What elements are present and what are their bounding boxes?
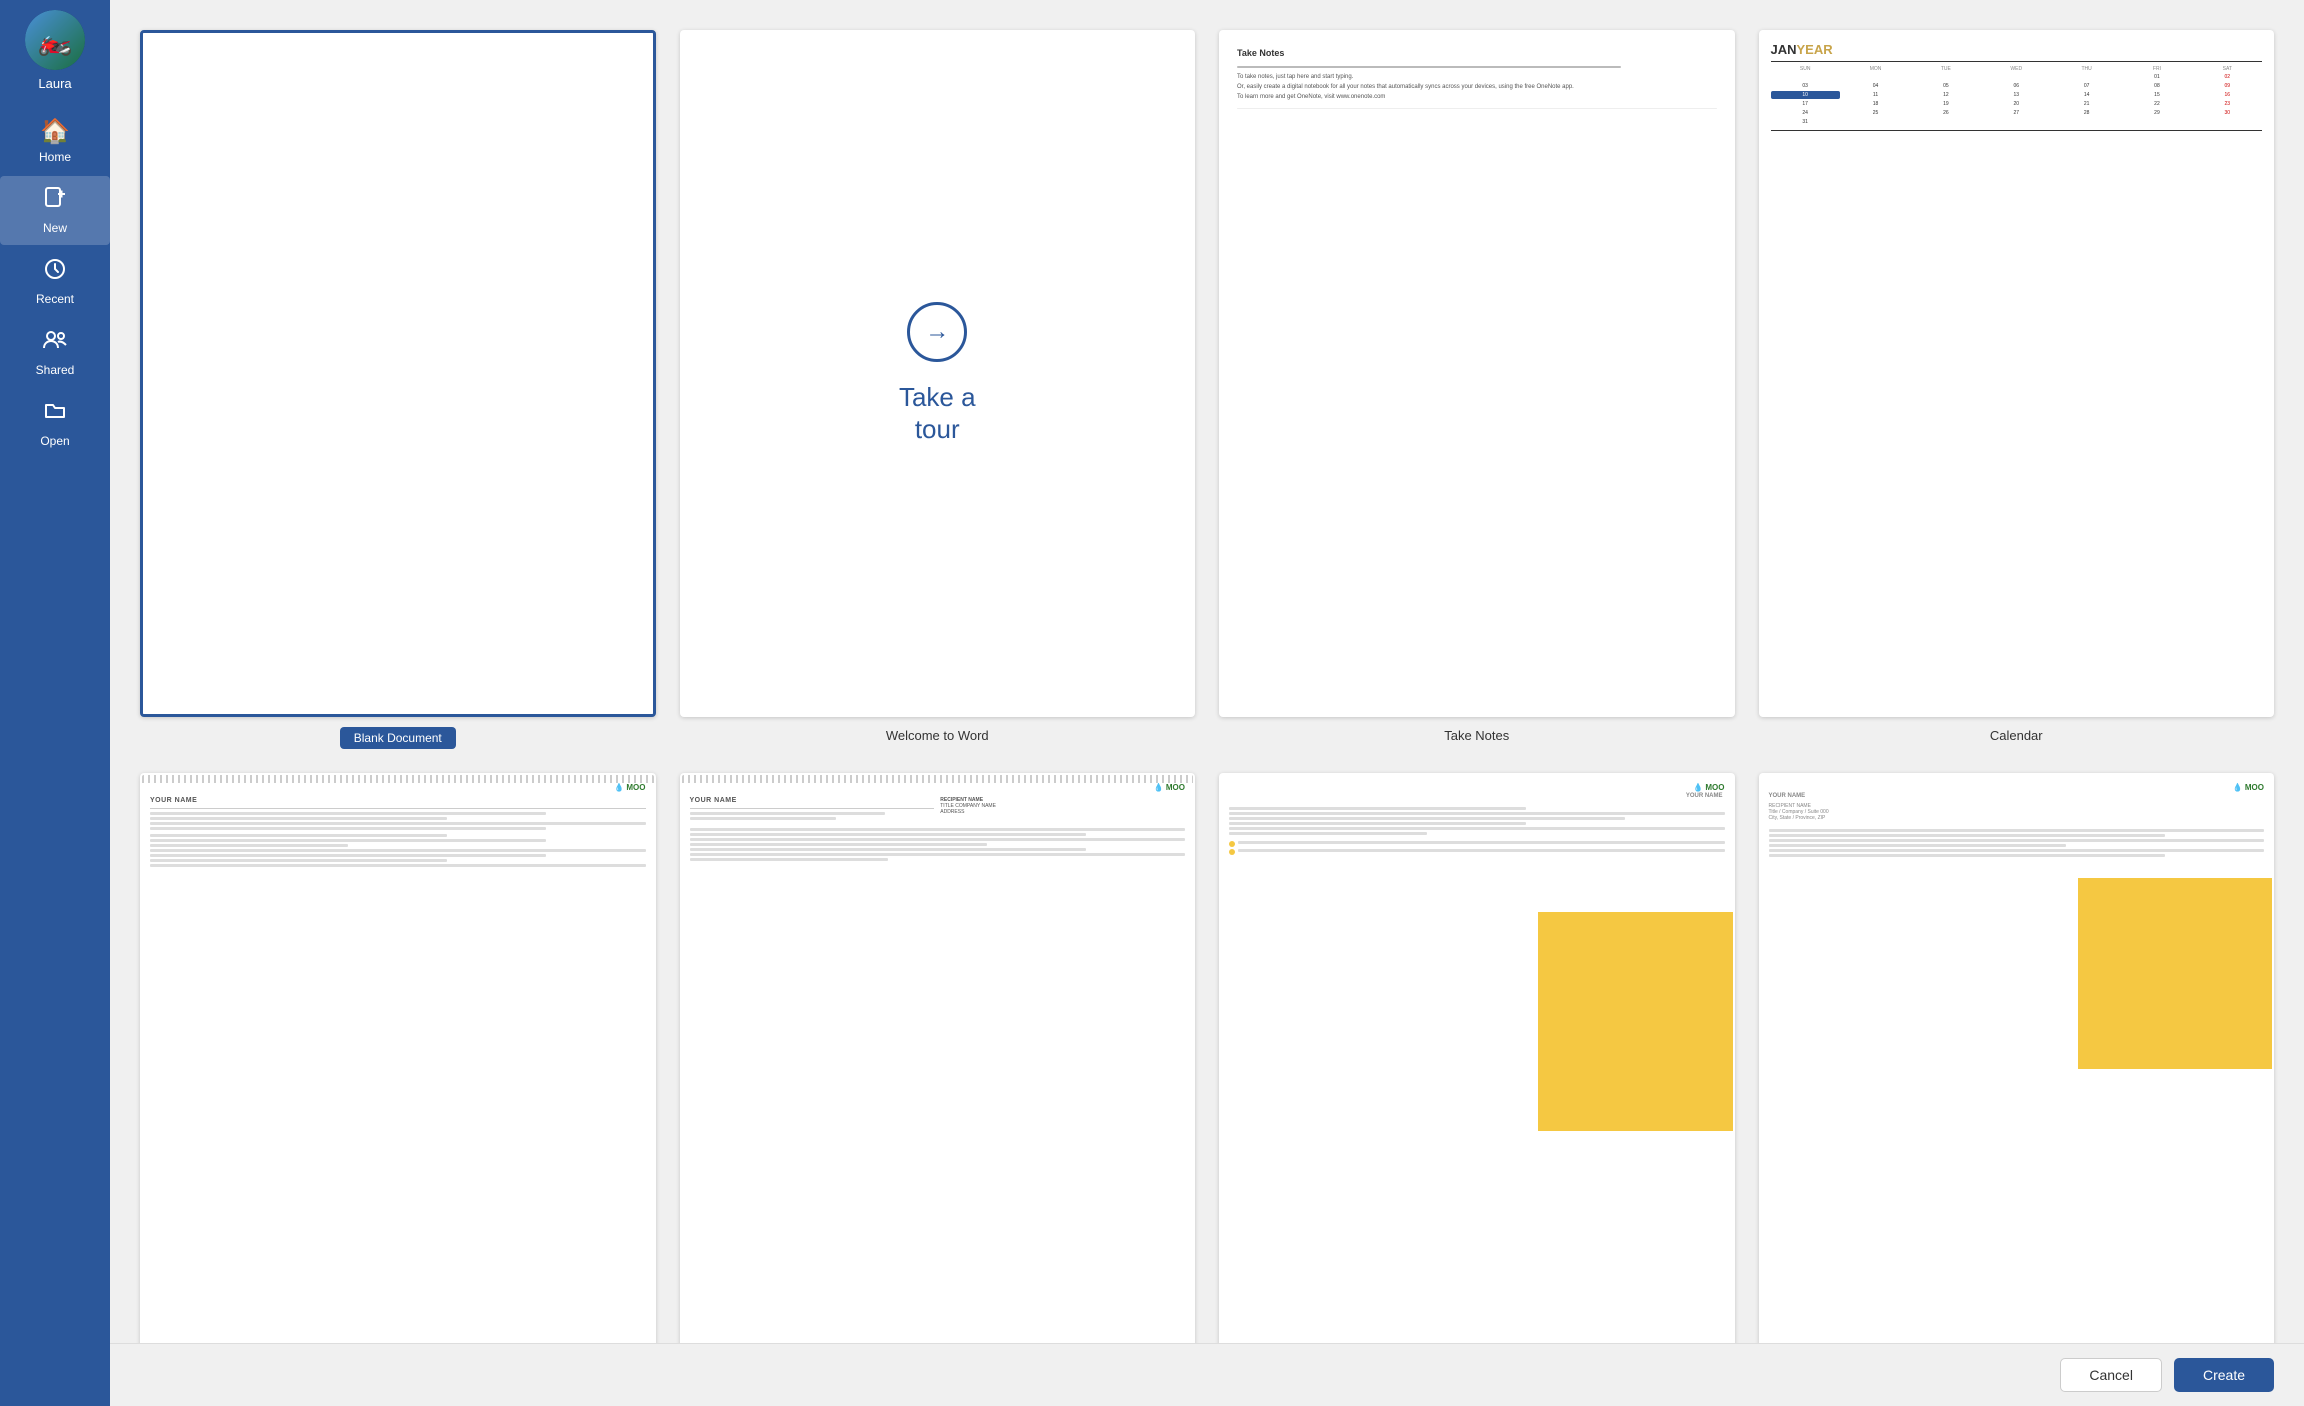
template-item-creative-cover[interactable]: 💧 MOO YOUR NAME RECIPIENT NAME TITLE COM…	[680, 773, 1196, 1406]
template-thumbnail-creative-resume[interactable]: 💧 MOO YOUR NAME	[140, 773, 656, 1406]
home-icon: 🏠	[40, 117, 70, 146]
main-content: Blank Document → Take atour Welcome to W…	[110, 0, 2304, 1406]
open-icon	[43, 399, 67, 430]
template-item-notes[interactable]: Take Notes To take notes, just tap here …	[1219, 30, 1735, 749]
sidebar-home-label: Home	[39, 150, 71, 164]
template-thumbnail-notes[interactable]: Take Notes To take notes, just tap here …	[1219, 30, 1735, 717]
new-icon	[43, 186, 67, 217]
template-thumbnail-blank[interactable]	[140, 30, 656, 717]
notes-preview: Take Notes To take notes, just tap here …	[1221, 32, 1733, 715]
template-label-tour: Welcome to Word	[886, 727, 989, 745]
template-item-tour[interactable]: → Take atour Welcome to Word	[680, 30, 1196, 749]
sidebar-item-home[interactable]: 🏠 Home	[0, 107, 110, 174]
creative-resume-preview: 💧 MOO YOUR NAME	[142, 775, 654, 1406]
template-item-blank[interactable]: Blank Document	[140, 30, 656, 749]
template-thumbnail-creative-cover[interactable]: 💧 MOO YOUR NAME RECIPIENT NAME TITLE COM…	[680, 773, 1196, 1406]
cancel-button[interactable]: Cancel	[2060, 1358, 2162, 1392]
sidebar-open-label: Open	[40, 434, 69, 448]
bottom-bar: Cancel Create	[110, 1343, 2304, 1406]
crisp-resume-preview: 💧 MOO YOUR NAME	[1221, 775, 1733, 1406]
sidebar-item-open[interactable]: Open	[0, 389, 110, 458]
tour-preview: → Take atour	[682, 32, 1194, 715]
sidebar-item-shared[interactable]: Shared	[0, 318, 110, 387]
tour-arrow-circle: →	[907, 302, 967, 362]
template-thumbnail-tour[interactable]: → Take atour	[680, 30, 1196, 717]
calendar-preview: JANYEAR SUN MON TUE WED THU FRI SAT	[1761, 32, 2273, 715]
sidebar-recent-label: Recent	[36, 292, 74, 306]
template-thumbnail-crisp-resume[interactable]: 💧 MOO YOUR NAME	[1219, 773, 1735, 1406]
tour-text: Take atour	[899, 382, 976, 444]
template-grid: Blank Document → Take atour Welcome to W…	[140, 30, 2274, 1406]
template-item-calendar[interactable]: JANYEAR SUN MON TUE WED THU FRI SAT	[1759, 30, 2275, 749]
creative-cover-preview: 💧 MOO YOUR NAME RECIPIENT NAME TITLE COM…	[682, 775, 1194, 1406]
template-label-calendar: Calendar	[1990, 727, 2043, 745]
recent-icon	[43, 257, 67, 288]
sidebar: 🏍️ Laura 🏠 Home New Recent	[0, 0, 110, 1406]
tour-arrow-icon: →	[925, 318, 949, 346]
avatar-image: 🏍️	[25, 10, 85, 70]
blank-preview	[143, 33, 653, 714]
sidebar-shared-label: Shared	[36, 363, 75, 377]
template-thumbnail-crisp-cover[interactable]: 💧 MOO YOUR NAME RECIPIENT NAMETitle / Co…	[1759, 773, 2275, 1406]
shared-icon	[42, 328, 68, 359]
crisp-cover-preview: 💧 MOO YOUR NAME RECIPIENT NAMETitle / Co…	[1761, 775, 2273, 1406]
sidebar-item-new[interactable]: New	[0, 176, 110, 245]
sidebar-new-label: New	[43, 221, 67, 235]
template-label-notes: Take Notes	[1444, 727, 1509, 745]
template-item-crisp-resume[interactable]: 💧 MOO YOUR NAME	[1219, 773, 1735, 1406]
template-item-crisp-cover[interactable]: 💧 MOO YOUR NAME RECIPIENT NAMETitle / Co…	[1759, 773, 2275, 1406]
sidebar-item-recent[interactable]: Recent	[0, 247, 110, 316]
template-item-creative-resume[interactable]: 💧 MOO YOUR NAME	[140, 773, 656, 1406]
avatar[interactable]: 🏍️	[25, 10, 85, 70]
template-thumbnail-calendar[interactable]: JANYEAR SUN MON TUE WED THU FRI SAT	[1759, 30, 2275, 717]
create-button[interactable]: Create	[2174, 1358, 2274, 1392]
selected-badge: Blank Document	[340, 727, 456, 749]
user-label: Laura	[38, 76, 71, 91]
